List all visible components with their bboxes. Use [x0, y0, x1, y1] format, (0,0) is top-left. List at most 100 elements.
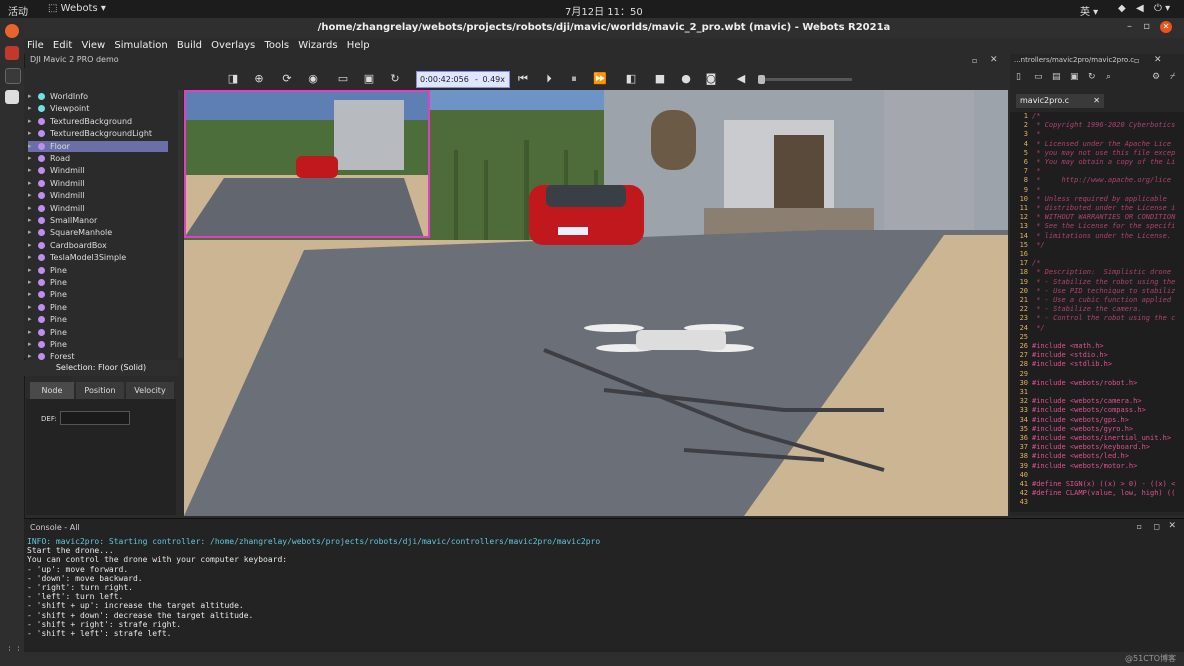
close-editor-icon[interactable]: ✕ [1154, 55, 1162, 65]
close-console-icon[interactable]: ✕ [1168, 521, 1176, 531]
build-gear-icon[interactable]: ⚙ [1152, 72, 1160, 82]
undock-editor-icon[interactable]: ▫ [1134, 56, 1139, 65]
scene-tree-item[interactable]: ▸ Windmill [28, 165, 168, 176]
firefox-icon[interactable] [5, 24, 19, 38]
scene-tree-scrollbar[interactable] [178, 90, 183, 358]
revert-file-icon[interactable]: ↻ [1088, 72, 1096, 82]
menu-overlays[interactable]: Overlays [211, 40, 255, 51]
scene-tree-item[interactable]: ▸ Pine [28, 289, 168, 300]
expand-arrow-icon[interactable]: ▸ [28, 327, 32, 338]
volume-mute-icon[interactable]: ◀ [734, 72, 748, 86]
scene-tree-item[interactable]: ▸ Pine [28, 339, 168, 350]
code-area[interactable]: 1/* 2 * Copyright 1996-2020 Cyberbotics 3 … [1010, 112, 1184, 512]
activities-button[interactable]: 活动 [8, 3, 28, 18]
scene-tree-item[interactable]: ▸ SmallManor [28, 215, 168, 226]
wifi-icon[interactable]: ◆ [1118, 3, 1126, 14]
scene-tree-item[interactable]: ▸ Pine [28, 314, 168, 325]
maximize-console-icon[interactable]: ◻ [1153, 522, 1160, 531]
save-file-icon[interactable]: ▣ [1070, 72, 1079, 82]
expand-arrow-icon[interactable]: ▸ [28, 240, 32, 251]
maximize-icon[interactable]: ▫ [1143, 21, 1150, 32]
volume-icon[interactable]: ◀ [1136, 3, 1144, 14]
fast-forward-icon[interactable]: ⏩ [593, 72, 607, 86]
scene-tree-item[interactable]: ▸ SquareManhole [28, 227, 168, 238]
expand-arrow-icon[interactable]: ▸ [28, 153, 32, 164]
scene-tree-item[interactable]: ▸ Pine [28, 265, 168, 276]
tab-velocity[interactable]: Velocity [126, 382, 174, 399]
expand-arrow-icon[interactable]: ▸ [28, 128, 32, 139]
menu-view[interactable]: View [81, 40, 105, 51]
terminal-icon[interactable] [5, 68, 21, 84]
reset-simulation-icon[interactable]: ⏮ [516, 72, 530, 86]
step-icon[interactable]: ⏵ [542, 72, 556, 86]
expand-arrow-icon[interactable]: ▸ [28, 265, 32, 276]
stop-record-icon[interactable]: ■ [653, 72, 667, 86]
expand-arrow-icon[interactable]: ▸ [28, 103, 32, 114]
undock-console-icon[interactable]: ▫ [1137, 522, 1142, 531]
scene-tree-item[interactable]: ▸ Pine [28, 302, 168, 313]
expand-arrow-icon[interactable]: ▸ [28, 339, 32, 350]
pause-icon[interactable]: ⏸ [567, 72, 581, 86]
scene-tree-item[interactable]: ▸ Pine [28, 277, 168, 288]
expand-arrow-icon[interactable]: ▸ [28, 190, 32, 201]
clock[interactable]: 7月12日 11：50 [565, 3, 643, 18]
expand-arrow-icon[interactable]: ▸ [28, 302, 32, 313]
power-icon[interactable]: ⏻ ▾ [1154, 3, 1170, 14]
scene-tree-item[interactable]: ▸ Windmill [28, 190, 168, 201]
open-file-icon[interactable]: ▭ [1034, 72, 1043, 82]
scene-tree-item[interactable]: ▸ WorldInfo [28, 91, 168, 102]
minimize-icon[interactable]: – [1127, 21, 1132, 32]
close-icon[interactable]: ✕ [1160, 21, 1172, 33]
hide-scene-tree-icon[interactable]: ◨ [226, 72, 240, 86]
expand-arrow-icon[interactable]: ▸ [28, 178, 32, 189]
menu-tools[interactable]: Tools [264, 40, 289, 51]
new-file-icon[interactable]: ▯ [1016, 72, 1021, 82]
scene-tree-item[interactable]: ▸ Windmill [28, 178, 168, 189]
expand-arrow-icon[interactable]: ▸ [28, 91, 32, 102]
scene-tree-item[interactable]: ▸ Floor [28, 140, 168, 152]
clean-broom-icon[interactable]: ⌿ [1170, 72, 1175, 82]
reload-world-icon[interactable]: ↻ [388, 72, 402, 86]
volume-slider-handle[interactable] [758, 75, 765, 84]
expand-arrow-icon[interactable]: ▸ [28, 116, 32, 127]
input-method-indicator[interactable]: 英 ▾ [1080, 3, 1098, 18]
save-world-icon[interactable]: ▣ [362, 72, 376, 86]
scene-tree-item[interactable]: ▸ Windmill [28, 203, 168, 214]
menu-help[interactable]: Help [347, 40, 370, 51]
find-icon[interactable]: ⌕ [1106, 72, 1111, 82]
menu-file[interactable]: File [27, 40, 44, 51]
expand-arrow-icon[interactable]: ▸ [28, 215, 32, 226]
expand-arrow-icon[interactable]: ▸ [28, 314, 32, 325]
menu-simulation[interactable]: Simulation [114, 40, 167, 51]
3d-viewport[interactable] [184, 90, 1008, 516]
close-scene-icon[interactable]: ✕ [990, 55, 998, 65]
scene-tree-item[interactable]: ▸ Road [28, 153, 168, 164]
webots-icon[interactable] [5, 46, 19, 60]
menu-wizards[interactable]: Wizards [298, 40, 337, 51]
menu-build[interactable]: Build [177, 40, 202, 51]
scene-tree-item[interactable]: ▸ CardboardBox [28, 240, 168, 251]
expand-arrow-icon[interactable]: ▸ [28, 252, 32, 263]
scene-tree-item[interactable]: ▸ TexturedBackgroundLight [28, 128, 168, 139]
expand-arrow-icon[interactable]: ▸ [28, 277, 32, 288]
app-menu[interactable]: ⬚ Webots ▾ [48, 3, 106, 14]
menu-edit[interactable]: Edit [53, 40, 72, 51]
rendering-icon[interactable]: ◧ [624, 72, 638, 86]
close-tab-icon[interactable]: ✕ [1093, 94, 1100, 108]
expand-arrow-icon[interactable]: ▸ [28, 289, 32, 300]
tab-mavic2pro-c[interactable]: mavic2pro.c ✕ [1016, 94, 1104, 108]
eye-icon[interactable]: ◉ [306, 72, 320, 86]
scene-tree-item[interactable]: ▸ TeslaModel3Simple [28, 252, 168, 263]
reset-viewpoint-icon[interactable]: ⟳ [280, 72, 294, 86]
add-node-icon[interactable]: ⊕ [252, 72, 266, 86]
tab-node[interactable]: Node [30, 382, 74, 399]
files-icon[interactable] [5, 90, 19, 104]
tab-position[interactable]: Position [76, 382, 124, 399]
record-movie-icon[interactable]: ● [679, 72, 693, 86]
expand-arrow-icon[interactable]: ▸ [28, 227, 32, 238]
open-world-icon[interactable]: ▭ [336, 72, 350, 86]
scene-tree-item[interactable]: ▸ Pine [28, 327, 168, 338]
screenshot-icon[interactable]: ◙ [704, 72, 718, 86]
save-as-icon[interactable]: ▤ [1052, 72, 1061, 82]
volume-slider[interactable] [758, 75, 852, 84]
